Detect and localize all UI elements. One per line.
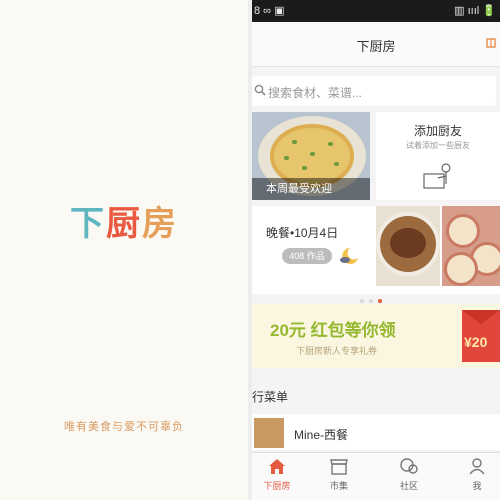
splash-tagline: 唯有美食与爱不可辜负 <box>64 421 184 433</box>
tab-community-label: 社区 <box>399 481 418 491</box>
list-item-thumbnail <box>254 418 284 448</box>
red-envelope-icon: ¥20 <box>462 310 500 362</box>
tab-market-label: 市集 <box>329 481 348 491</box>
tab-home[interactable]: 下厨房 <box>252 457 302 492</box>
splash-screen: 下厨房 唯有美食与爱不可辜负 <box>0 0 248 500</box>
moon-icon <box>336 246 360 271</box>
status-right: ▥ ıııl 🔋 <box>454 5 496 17</box>
tab-profile-label: 我 <box>472 481 482 491</box>
dinner-photo-2 <box>442 206 500 286</box>
dinner-label: 晚餐•10月4日 <box>266 226 339 240</box>
app-home-screen: 8 ∞ ▣ ▥ ıııl 🔋 下厨房 搜索食材、菜谱... 本周最受欢迎 添加厨… <box>252 0 500 500</box>
tab-bar: 下厨房 市集 社区 我 <box>252 452 500 500</box>
header: 下厨房 <box>252 22 500 67</box>
home-icon <box>267 459 287 477</box>
carousel-pager <box>360 290 400 303</box>
promo-banner[interactable]: 20元 红包等你领 下厨房新人专享礼券 ¥20 <box>252 304 500 368</box>
promo-headline: 20元 红包等你领 <box>270 321 396 340</box>
tab-community[interactable]: 社区 <box>384 457 434 492</box>
add-friend-title: 添加厨友 <box>413 124 462 138</box>
gift-icon[interactable] <box>486 36 496 51</box>
status-bar: 8 ∞ ▣ ▥ ıııl 🔋 <box>252 0 500 22</box>
search-bar[interactable]: 搜索食材、菜谱... <box>252 76 496 106</box>
promo-subtitle: 下厨房新人专享礼券 <box>296 346 378 356</box>
logo-char-1: 下 <box>70 205 106 243</box>
community-icon <box>399 458 419 477</box>
logo-char-2: 厨 <box>106 205 142 243</box>
logo-char-3: 房 <box>142 205 178 243</box>
list-item[interactable]: Mine-西餐 <box>252 414 500 450</box>
tab-home-label: 下厨房 <box>263 481 291 491</box>
search-icon <box>254 83 266 101</box>
tab-profile[interactable]: 我 <box>452 457 500 492</box>
tab-market[interactable]: 市集 <box>314 457 364 492</box>
add-friend-subtitle: 试着添加一些厨友 <box>406 141 470 150</box>
search-input[interactable]: 搜索食材、菜谱... <box>268 84 362 101</box>
dinner-banner[interactable]: 晚餐•10月4日 408 作品 <box>252 206 500 303</box>
dinner-photo-1 <box>376 206 440 286</box>
profile-icon <box>467 458 487 477</box>
works-count-badge: 408 作品 <box>282 248 332 264</box>
weekly-caption: 本周最受欢迎 <box>252 178 370 200</box>
chef-illustration-icon <box>420 158 456 199</box>
list-item-label: Mine-西餐 <box>294 428 349 442</box>
market-icon <box>329 459 349 477</box>
weekly-popular-card[interactable]: 本周最受欢迎 <box>252 112 370 200</box>
app-logo: 下厨房 <box>0 196 248 245</box>
promo-badge: ¥20 <box>464 334 488 350</box>
status-left: 8 ∞ ▣ <box>254 5 285 17</box>
page-title: 下厨房 <box>356 39 396 54</box>
section-title: 行菜单 <box>252 390 289 404</box>
add-friend-card[interactable]: 添加厨友 试着添加一些厨友 <box>376 112 500 200</box>
